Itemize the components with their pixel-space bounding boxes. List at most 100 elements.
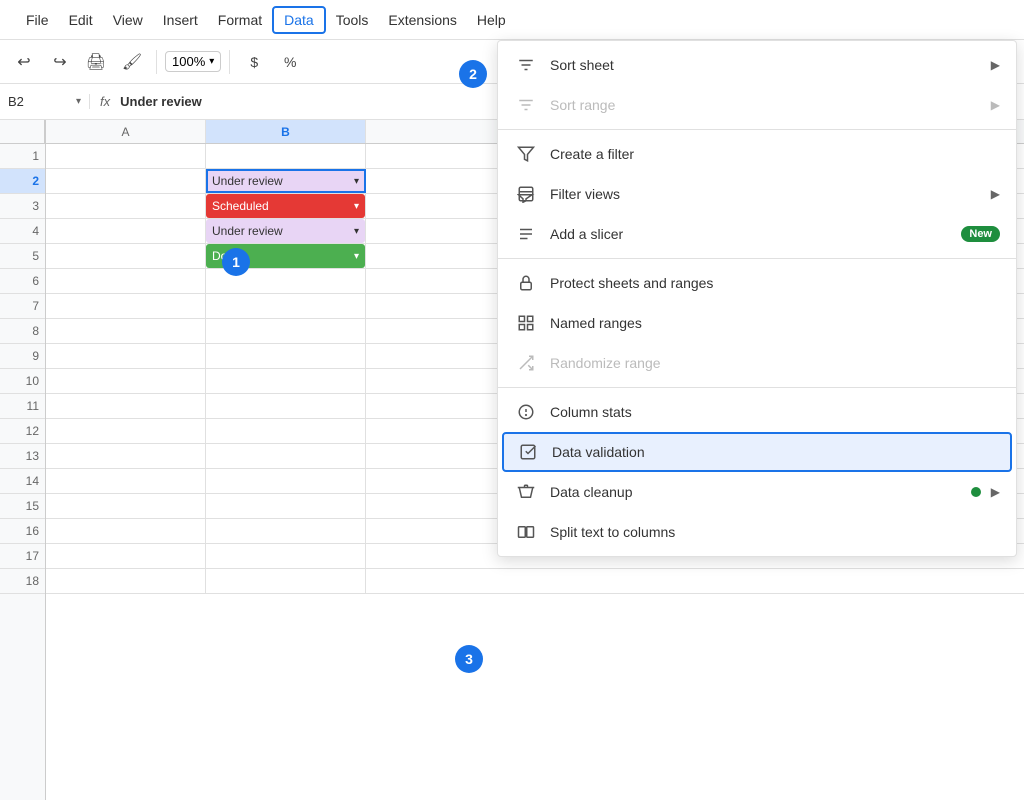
menu-label: Sort range — [550, 97, 615, 113]
cell-A8[interactable] — [46, 319, 206, 343]
menu-item-named-ranges[interactable]: Named ranges — [498, 303, 1016, 343]
cell-A13[interactable] — [46, 444, 206, 468]
cell-B12[interactable] — [206, 419, 366, 443]
cell-reference[interactable]: B2 ▾ — [0, 94, 90, 109]
menu-view[interactable]: View — [103, 8, 153, 32]
sort-range-icon — [514, 96, 538, 114]
menu-item-randomize[interactable]: Randomize range — [498, 343, 1016, 383]
row-header-7: 7 — [0, 294, 45, 319]
cell-A10[interactable] — [46, 369, 206, 393]
cell-B10[interactable] — [206, 369, 366, 393]
menu-item-filter-views[interactable]: Filter views ▶ — [498, 174, 1016, 214]
divider — [156, 50, 157, 74]
zoom-selector[interactable]: 100% ▾ — [165, 51, 221, 72]
redo-button[interactable]: ↪ — [44, 46, 76, 78]
menu-label: Filter views — [550, 186, 620, 202]
menu-data[interactable]: Data — [272, 6, 326, 34]
menu-file[interactable]: File — [16, 8, 59, 32]
cell-B15[interactable] — [206, 494, 366, 518]
split-icon — [514, 523, 538, 541]
cell-B11[interactable] — [206, 394, 366, 418]
cell-B1[interactable] — [206, 144, 366, 168]
menu-label: Data cleanup — [550, 484, 633, 500]
print-button[interactable]: 🖨 — [80, 46, 112, 78]
menu-extensions[interactable]: Extensions — [378, 8, 466, 32]
cell-A1[interactable] — [46, 144, 206, 168]
cell-B13[interactable] — [206, 444, 366, 468]
cell-B18[interactable] — [206, 569, 366, 593]
status-label: Scheduled — [212, 199, 269, 213]
col-header-B[interactable]: B — [206, 120, 366, 143]
cell-B8[interactable] — [206, 319, 366, 343]
named-ranges-icon — [514, 314, 538, 332]
cell-B17[interactable] — [206, 544, 366, 568]
dropdown-arrow-icon[interactable]: ▾ — [354, 251, 359, 262]
menu-tools[interactable]: Tools — [326, 8, 379, 32]
dropdown-arrow-icon[interactable]: ▾ — [354, 201, 359, 212]
paint-format-button[interactable]: 🖌 — [116, 46, 148, 78]
menu-help[interactable]: Help — [467, 8, 516, 32]
menu-item-sort-sheet[interactable]: Sort sheet ▶ — [498, 45, 1016, 85]
cell-A2[interactable] — [46, 169, 206, 193]
menubar: File Edit View Insert Format Data Tools … — [0, 0, 1024, 40]
lock-icon — [514, 274, 538, 292]
cell-B3[interactable]: Scheduled ▾ — [206, 194, 366, 218]
submenu-arrow-icon: ▶ — [991, 98, 1000, 112]
cell-A7[interactable] — [46, 294, 206, 318]
dropdown-arrow-icon[interactable]: ▾ — [354, 226, 359, 237]
menu-insert[interactable]: Insert — [153, 8, 208, 32]
menu-edit[interactable]: Edit — [59, 8, 103, 32]
status-cell-under-review[interactable]: Under review ▾ — [206, 169, 365, 193]
cell-A15[interactable] — [46, 494, 206, 518]
filter-icon — [514, 145, 538, 163]
row-header-18: 18 — [0, 569, 45, 594]
cell-B4[interactable]: Under review ▾ — [206, 219, 366, 243]
row-header-17: 17 — [0, 544, 45, 569]
menu-format[interactable]: Format — [208, 8, 272, 32]
menu-divider-3 — [498, 387, 1016, 388]
cell-B7[interactable] — [206, 294, 366, 318]
dropdown-arrow-icon[interactable]: ▾ — [354, 176, 359, 187]
menu-item-protect-sheets[interactable]: Protect sheets and ranges — [498, 263, 1016, 303]
row-headers: 1 2 3 4 5 6 7 8 9 10 11 12 13 14 15 16 1… — [0, 120, 46, 800]
cell-A9[interactable] — [46, 344, 206, 368]
cell-A11[interactable] — [46, 394, 206, 418]
cell-A18[interactable] — [46, 569, 206, 593]
menu-item-add-slicer[interactable]: Add a slicer New — [498, 214, 1016, 254]
stats-icon — [514, 403, 538, 421]
menu-item-data-validation[interactable]: Data validation — [502, 432, 1012, 472]
currency-button[interactable]: $ — [238, 46, 270, 78]
menu-item-sort-range[interactable]: Sort range ▶ — [498, 85, 1016, 125]
menu-item-data-cleanup[interactable]: Data cleanup ▶ — [498, 472, 1016, 512]
status-label: Under review — [212, 224, 283, 238]
menu-item-split-text[interactable]: Split text to columns — [498, 512, 1016, 552]
cell-B14[interactable] — [206, 469, 366, 493]
menu-item-create-filter[interactable]: Create a filter — [498, 134, 1016, 174]
row-header-15: 15 — [0, 494, 45, 519]
cell-A14[interactable] — [46, 469, 206, 493]
status-cell-scheduled[interactable]: Scheduled ▾ — [206, 194, 365, 218]
menu-item-column-stats[interactable]: Column stats — [498, 392, 1016, 432]
cell-A5[interactable] — [46, 244, 206, 268]
cell-A6[interactable] — [46, 269, 206, 293]
menu-label: Add a slicer — [550, 226, 623, 242]
undo-button[interactable]: ↩ — [8, 46, 40, 78]
menu-label: Column stats — [550, 404, 632, 420]
cell-A16[interactable] — [46, 519, 206, 543]
cell-A12[interactable] — [46, 419, 206, 443]
cell-B2[interactable]: Under review ▾ — [206, 169, 366, 193]
percent-button[interactable]: % — [274, 46, 306, 78]
cell-A17[interactable] — [46, 544, 206, 568]
cell-A4[interactable] — [46, 219, 206, 243]
cell-B16[interactable] — [206, 519, 366, 543]
cell-B9[interactable] — [206, 344, 366, 368]
cell-ref-arrow-icon[interactable]: ▾ — [76, 96, 81, 107]
menu-label: Sort sheet — [550, 57, 614, 73]
divider2 — [229, 50, 230, 74]
status-cell-under-review-2[interactable]: Under review ▾ — [206, 219, 365, 243]
slicer-icon — [514, 225, 538, 243]
col-header-A[interactable]: A — [46, 120, 206, 143]
badge-label: 3 — [465, 651, 473, 667]
cell-A3[interactable] — [46, 194, 206, 218]
cleanup-indicators: ▶ — [971, 485, 1000, 499]
